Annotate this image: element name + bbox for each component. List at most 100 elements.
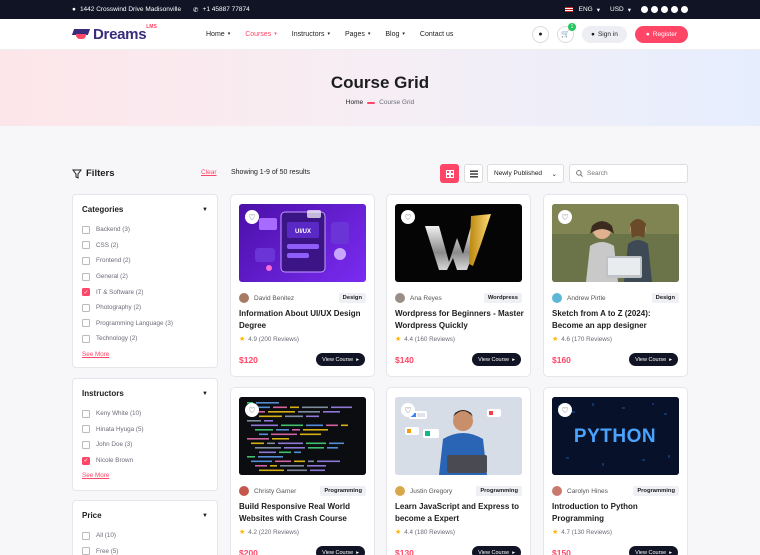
course-title[interactable]: Learn JavaScript and Express to become a… xyxy=(395,501,525,524)
breadcrumb-home[interactable]: Home xyxy=(346,99,363,106)
clear-filters-link[interactable]: Clear xyxy=(201,169,217,176)
course-title[interactable]: Introduction to Python Programming xyxy=(552,501,682,524)
filter-option[interactable]: Photography (2) xyxy=(82,300,208,316)
course-card[interactable]: UI/UX ♡ David Benitez Design Information Abo… xyxy=(230,194,375,377)
instructor-name[interactable]: Andrew Pirtle xyxy=(567,295,606,302)
filter-option[interactable]: John Doe (3) xyxy=(82,437,208,453)
checkbox[interactable] xyxy=(82,409,90,418)
course-thumbnail[interactable]: ♡ xyxy=(552,204,679,282)
filter-option[interactable]: All (10) xyxy=(82,528,208,544)
instagram-icon[interactable] xyxy=(651,6,658,13)
categories-see-more-link[interactable]: See More xyxy=(82,351,109,358)
course-title[interactable]: Sketch from A to Z (2024): Become an app… xyxy=(552,308,682,331)
nav-item-blog[interactable]: Blog ▾ xyxy=(385,31,405,38)
filter-option[interactable]: Free (5) xyxy=(82,544,208,555)
register-button[interactable]: ● Register xyxy=(634,25,688,43)
view-course-button[interactable]: View Course ▸ xyxy=(629,546,678,555)
checkbox[interactable] xyxy=(82,256,90,265)
checkbox[interactable] xyxy=(82,334,90,343)
checkbox[interactable]: ✓ xyxy=(82,288,90,297)
instructor-avatar[interactable] xyxy=(395,486,405,496)
nav-item-instructors[interactable]: Instructors ▾ xyxy=(292,31,330,38)
course-thumbnail[interactable]: ♡ xyxy=(395,397,522,475)
filter-option[interactable]: General (2) xyxy=(82,269,208,285)
instructors-filter-header[interactable]: Instructors ▼ xyxy=(82,389,208,398)
youtube-icon[interactable] xyxy=(671,6,678,13)
instructors-see-more-link[interactable]: See More xyxy=(82,472,109,479)
checkbox[interactable] xyxy=(82,319,90,328)
filter-option[interactable]: Frontend (2) xyxy=(82,253,208,269)
category-badge[interactable]: Design xyxy=(651,293,679,303)
cart-button[interactable]: 🛒 1 xyxy=(557,22,577,43)
course-title[interactable]: Wordpress for Beginners - Master Wordpre… xyxy=(395,308,525,331)
favorite-button[interactable]: ♡ xyxy=(558,210,572,224)
filter-option[interactable]: Keny White (10) xyxy=(82,406,208,422)
list-view-button[interactable] xyxy=(464,164,483,183)
favorite-button[interactable]: ♡ xyxy=(245,403,259,417)
course-card[interactable]: PYTHON ♡ Carolyn Hines Programming Introduct… xyxy=(543,387,688,555)
favorite-button[interactable]: ♡ xyxy=(401,403,415,417)
language-select[interactable]: ENG ▾ xyxy=(564,6,600,14)
linkedin-icon[interactable] xyxy=(681,6,688,13)
view-course-button[interactable]: View Course ▸ xyxy=(472,546,521,555)
instructor-avatar[interactable] xyxy=(239,486,249,496)
twitter-icon[interactable] xyxy=(661,6,668,13)
search-input[interactable] xyxy=(587,170,677,177)
view-course-button[interactable]: View Course ▸ xyxy=(316,353,365,366)
sign-in-button[interactable]: ● Sign in xyxy=(582,25,627,43)
course-title[interactable]: Build Responsive Real World Websites wit… xyxy=(239,501,369,524)
logo[interactable]: Dreams LMS xyxy=(72,24,202,43)
course-thumbnail[interactable]: ♡ xyxy=(395,204,522,282)
filter-option[interactable]: CSS (2) xyxy=(82,238,208,254)
favorite-button[interactable]: ♡ xyxy=(401,210,415,224)
theme-toggle-button[interactable]: ● xyxy=(532,25,550,43)
view-course-button[interactable]: View Course ▸ xyxy=(629,353,678,366)
course-card[interactable]: ♡ Justin Gregory Programming Learn JavaScri… xyxy=(386,387,531,555)
instructor-name[interactable]: David Benitez xyxy=(254,295,294,302)
filter-option[interactable]: ✓ Nicole Brown xyxy=(82,453,208,469)
course-card[interactable]: ♡ Christy Garner Programming Build Responsi… xyxy=(230,387,375,555)
filter-option[interactable]: Backend (3) xyxy=(82,222,208,238)
checkbox[interactable] xyxy=(82,440,90,449)
instructor-name[interactable]: Carolyn Hines xyxy=(567,488,608,495)
favorite-button[interactable]: ♡ xyxy=(245,210,259,224)
course-card[interactable]: ♡ Ana Reyes Wordpress Wordpress for Beginne… xyxy=(386,194,531,377)
checkbox[interactable] xyxy=(82,531,90,540)
checkbox[interactable]: ✓ xyxy=(82,456,90,465)
favorite-button[interactable]: ♡ xyxy=(558,403,572,417)
checkbox[interactable] xyxy=(82,241,90,250)
instructor-avatar[interactable] xyxy=(552,293,562,303)
instructor-avatar[interactable] xyxy=(239,293,249,303)
search-box[interactable] xyxy=(569,164,688,183)
view-course-button[interactable]: View Course ▸ xyxy=(316,546,365,555)
categories-filter-header[interactable]: Categories ▼ xyxy=(82,205,208,214)
checkbox[interactable] xyxy=(82,425,90,434)
filter-option[interactable]: Hinata Hyuga (5) xyxy=(82,422,208,438)
nav-item-courses[interactable]: Courses ▾ xyxy=(245,31,277,38)
course-card[interactable]: ♡ Andrew Pirtle Design Sketch from A to Z (… xyxy=(543,194,688,377)
instructor-avatar[interactable] xyxy=(552,486,562,496)
nav-item-pages[interactable]: Pages ▾ xyxy=(345,31,370,38)
instructor-avatar[interactable] xyxy=(395,293,405,303)
checkbox[interactable] xyxy=(82,272,90,281)
nav-item-home[interactable]: Home ▾ xyxy=(206,31,230,38)
checkbox[interactable] xyxy=(82,225,90,234)
nav-item-contact-us[interactable]: Contact us xyxy=(420,31,453,38)
currency-select[interactable]: USD ▾ xyxy=(610,6,631,14)
checkbox[interactable] xyxy=(82,303,90,312)
instructor-name[interactable]: Ana Reyes xyxy=(410,295,442,302)
grid-view-button[interactable] xyxy=(440,164,459,183)
instructor-name[interactable]: Christy Garner xyxy=(254,488,296,495)
instructor-name[interactable]: Justin Gregory xyxy=(410,488,452,495)
category-badge[interactable]: Programming xyxy=(320,486,366,496)
category-badge[interactable]: Programming xyxy=(476,486,522,496)
course-thumbnail[interactable]: UI/UX ♡ xyxy=(239,204,366,282)
filter-option[interactable]: Technology (2) xyxy=(82,331,208,347)
price-filter-header[interactable]: Price ▼ xyxy=(82,511,208,520)
category-badge[interactable]: Design xyxy=(338,293,366,303)
checkbox[interactable] xyxy=(82,547,90,555)
sort-select[interactable]: Newly Published ⌄ xyxy=(487,164,564,183)
course-title[interactable]: Information About UI/UX Design Degree xyxy=(239,308,369,331)
view-course-button[interactable]: View Course ▸ xyxy=(472,353,521,366)
filter-option[interactable]: ✓ IT & Software (2) xyxy=(82,284,208,300)
